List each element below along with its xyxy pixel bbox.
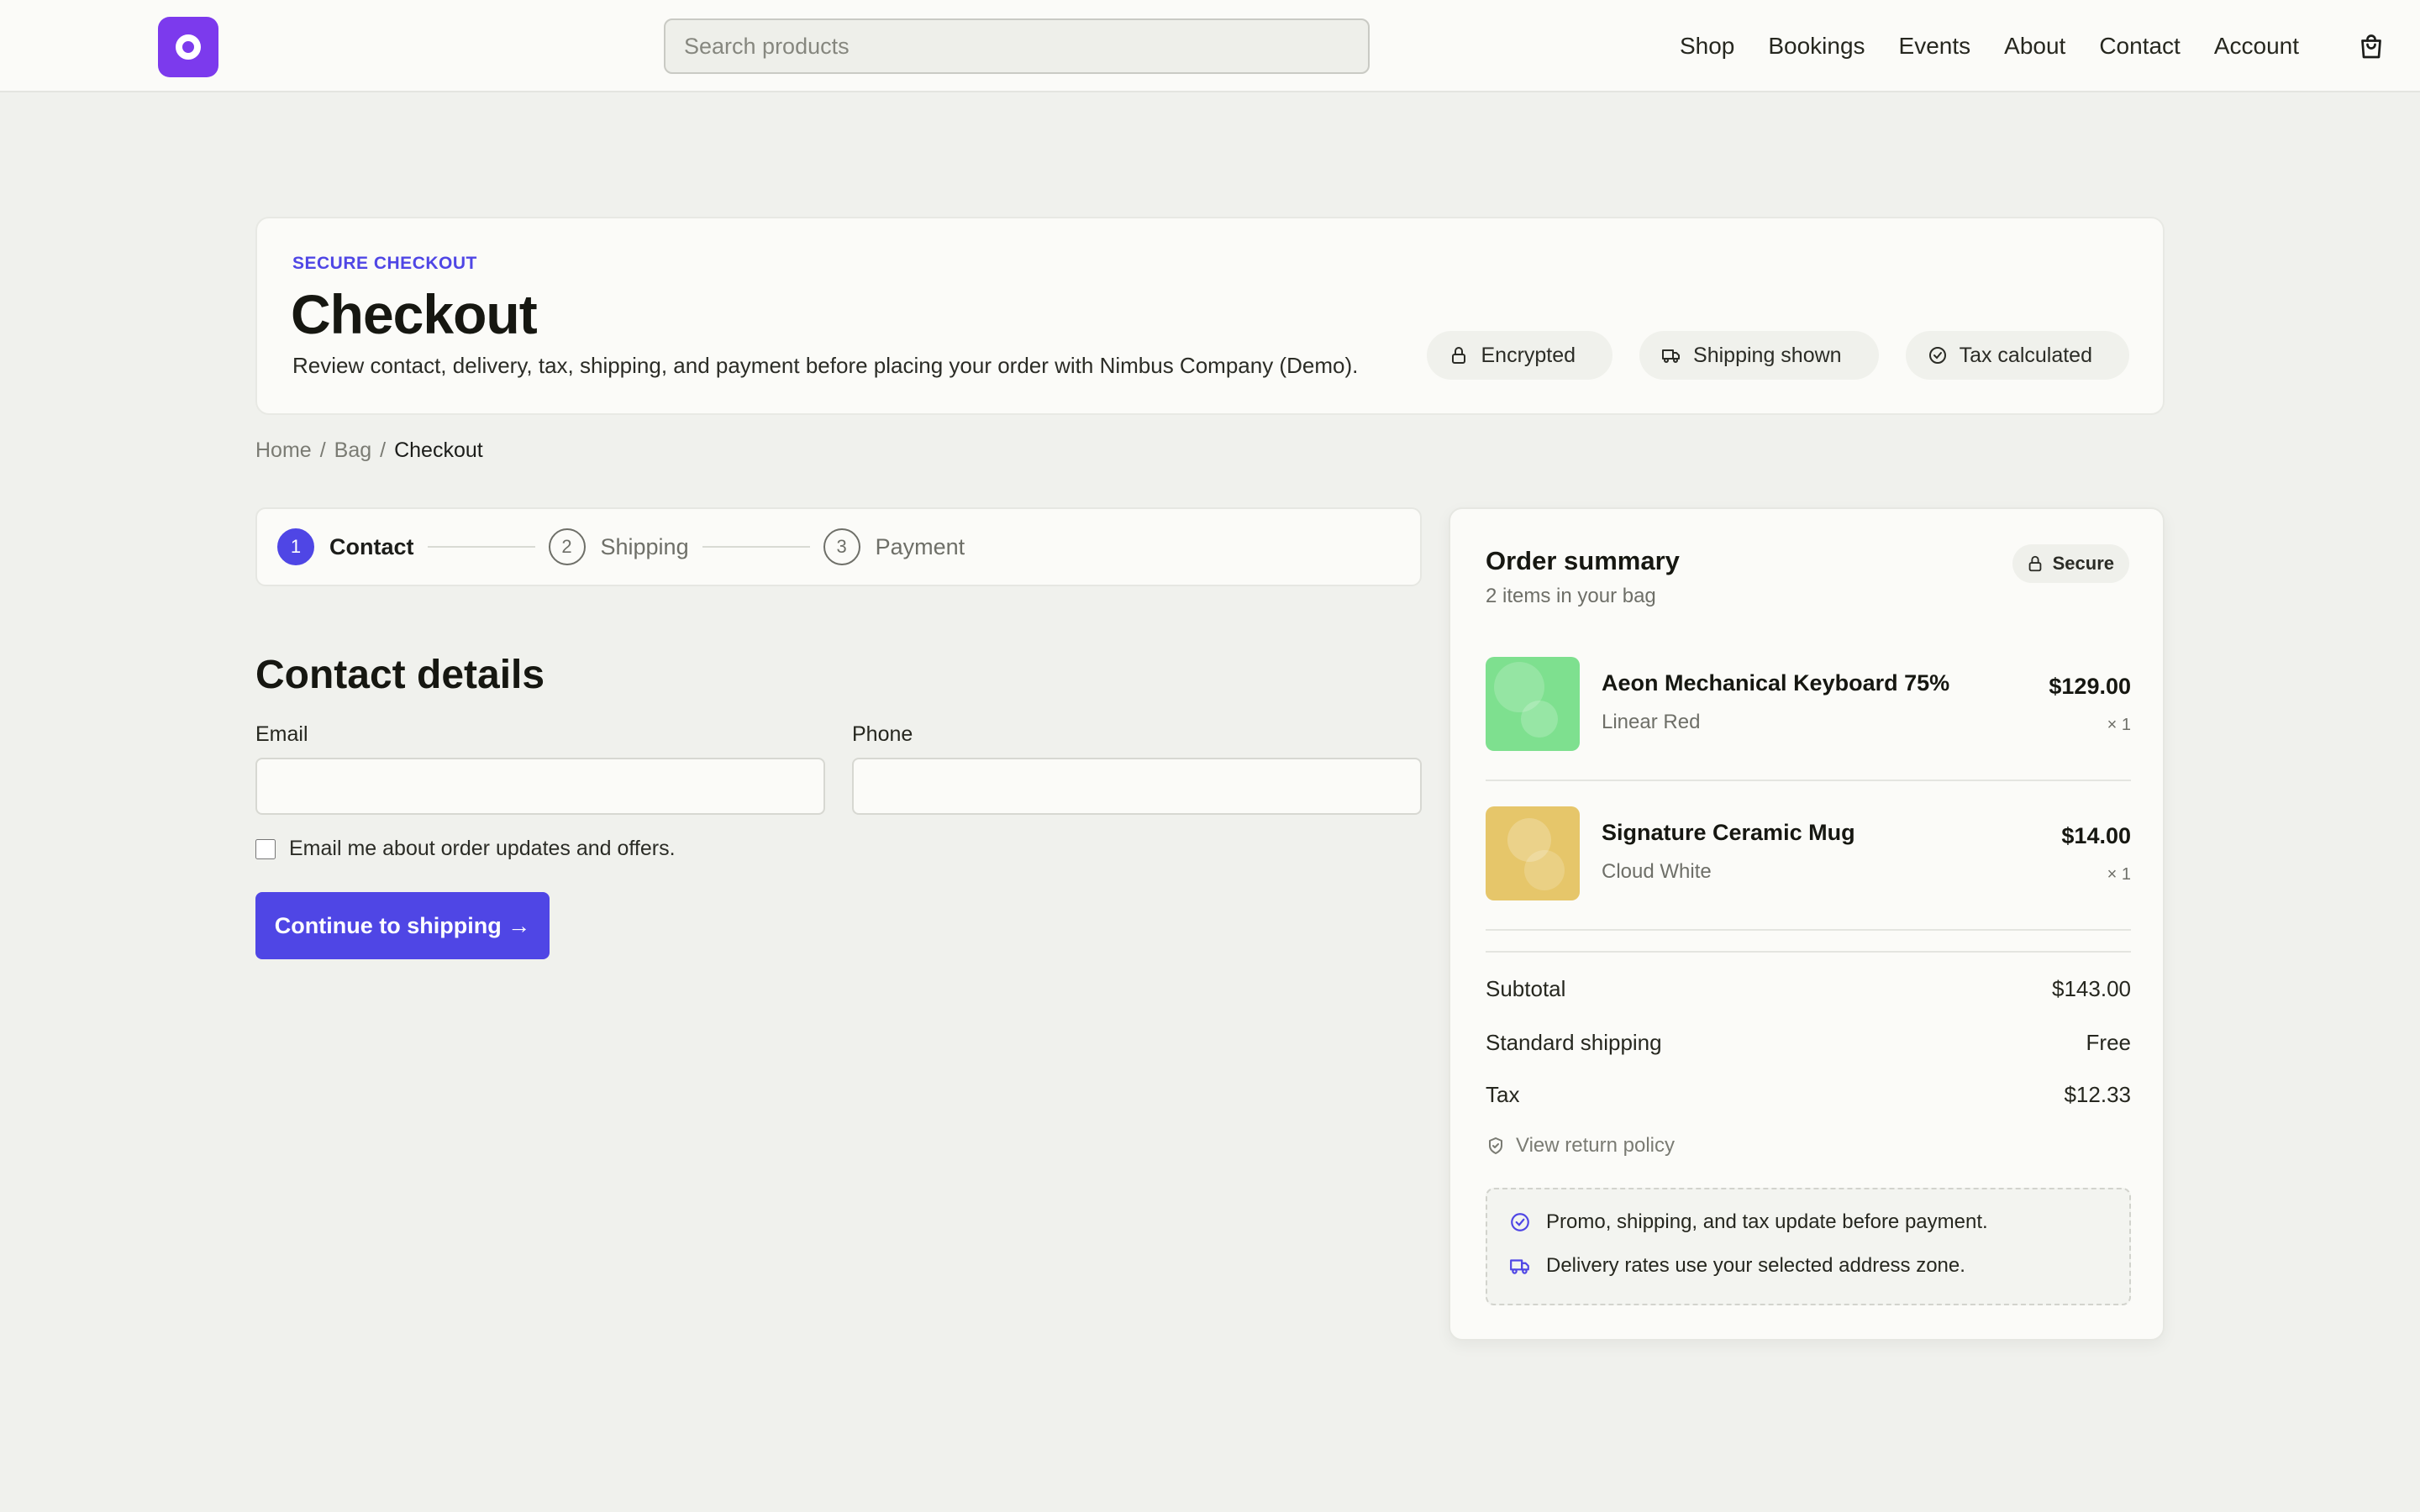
email-label: Email xyxy=(255,722,308,746)
logo-ring-icon xyxy=(176,34,201,60)
secure-checkout-eyebrow: SECURE CHECKOUT xyxy=(292,254,477,273)
note-text: Promo, shipping, and tax update before p… xyxy=(1546,1210,1988,1233)
marketing-opt-in-checkbox[interactable] xyxy=(255,838,276,859)
product-variant: Cloud White xyxy=(1602,860,1712,883)
marketing-opt-in-label: Email me about order updates and offers. xyxy=(289,837,676,860)
product-name: Signature Ceramic Mug xyxy=(1602,820,1855,845)
shipping-row: Standard shipping Free xyxy=(1486,1030,2131,1056)
breadcrumb-separator: / xyxy=(380,438,387,462)
product-quantity: × 1 xyxy=(2107,716,2131,734)
shield-check-icon xyxy=(1489,1137,1502,1154)
order-summary-card: Order summary 2 items in your bag Secure… xyxy=(1449,507,2165,1341)
truck-icon xyxy=(1662,349,1681,363)
nav-events[interactable]: Events xyxy=(1899,33,1971,60)
subtotal-row: Subtotal $143.00 xyxy=(1486,976,2131,1002)
tax-calculated-label: Tax calculated xyxy=(1959,343,2092,367)
product-thumbnail xyxy=(1486,806,1580,900)
breadcrumb-home[interactable]: Home xyxy=(255,438,312,463)
page-title: Checkout xyxy=(291,283,538,345)
breadcrumb: Home / Bag / Checkout xyxy=(255,438,483,463)
product-price: $14.00 xyxy=(2061,823,2131,848)
product-quantity: × 1 xyxy=(2107,865,2131,884)
encrypted-label: Encrypted xyxy=(1481,343,1576,367)
step-label: Shipping xyxy=(600,533,689,559)
step-connector xyxy=(702,546,810,548)
lock-icon xyxy=(1452,347,1466,364)
product-name: Aeon Mechanical Keyboard 75% xyxy=(1602,670,1950,696)
nav-contact[interactable]: Contact xyxy=(2099,33,2181,60)
phone-label: Phone xyxy=(852,722,913,746)
tax-label: Tax xyxy=(1486,1082,1520,1107)
step-connector xyxy=(427,546,535,548)
tax-row: Tax $12.33 xyxy=(1486,1082,2131,1108)
nav-about[interactable]: About xyxy=(2004,33,2065,60)
secure-label: Secure xyxy=(2052,553,2114,574)
item-divider xyxy=(1486,929,2131,931)
step-label: Payment xyxy=(875,533,965,559)
truck-icon xyxy=(1510,1259,1529,1274)
breadcrumb-separator: / xyxy=(319,438,326,462)
return-policy-link[interactable]: View return policy xyxy=(1486,1134,1675,1158)
shipping-shown-label: Shipping shown xyxy=(1693,343,1842,367)
note-item: Promo, shipping, and tax update before p… xyxy=(1509,1210,2107,1233)
email-field[interactable] xyxy=(255,758,825,815)
step-label: Contact xyxy=(329,533,414,559)
breadcrumb-current: Checkout xyxy=(394,438,483,462)
tax-calculated-badge: Tax calculated xyxy=(1905,331,2129,380)
order-summary-title: Order summary xyxy=(1486,546,1680,575)
product-thumbnail xyxy=(1486,657,1580,751)
main-nav: Shop Bookings Events About Contact Accou… xyxy=(1680,0,2299,92)
note-text: Delivery rates use your selected address… xyxy=(1546,1254,1965,1277)
product-variant: Linear Red xyxy=(1602,711,1701,733)
check-circle-icon xyxy=(1511,1213,1529,1231)
step-number: 2 xyxy=(548,528,586,565)
nav-shop[interactable]: Shop xyxy=(1680,33,1734,60)
step-contact[interactable]: 1 Contact xyxy=(277,528,414,565)
shipping-label: Standard shipping xyxy=(1486,1030,1662,1055)
continue-to-shipping-button[interactable]: Continue to shipping → xyxy=(255,892,550,959)
secure-badge: Secure xyxy=(2012,544,2129,583)
shopping-bag-icon xyxy=(2361,34,2381,59)
page-subtitle: Review contact, delivery, tax, shipping,… xyxy=(292,353,1359,378)
check-circle-icon xyxy=(1928,347,1946,364)
shipping-shown-badge: Shipping shown xyxy=(1639,331,1879,380)
marketing-opt-in[interactable]: Email me about order updates and offers. xyxy=(255,837,676,861)
step-number: 1 xyxy=(277,528,314,565)
contact-details-heading: Contact details xyxy=(255,653,545,697)
cart-item: Aeon Mechanical Keyboard 75% Linear Red … xyxy=(1486,657,2131,751)
lock-icon xyxy=(2028,555,2041,572)
phone-field[interactable] xyxy=(852,758,1422,815)
trust-badges: Encrypted Shipping shown Tax calculated xyxy=(1427,331,2129,380)
note-item: Delivery rates use your selected address… xyxy=(1509,1254,2107,1277)
checkout-hero-card: SECURE CHECKOUT Checkout Review contact,… xyxy=(255,217,2165,415)
step-shipping[interactable]: 2 Shipping xyxy=(548,528,689,565)
tax-value: $12.33 xyxy=(2064,1082,2131,1107)
shopping-bag-button[interactable] xyxy=(2354,30,2388,64)
checkout-stepper: 1 Contact 2 Shipping 3 Payment xyxy=(255,507,1422,586)
cart-item: Signature Ceramic Mug Cloud White $14.00… xyxy=(1486,806,2131,900)
item-divider xyxy=(1486,780,2131,781)
step-payment[interactable]: 3 Payment xyxy=(823,528,965,565)
product-price: $129.00 xyxy=(2049,674,2131,699)
return-policy-label: View return policy xyxy=(1516,1134,1675,1157)
nav-bookings[interactable]: Bookings xyxy=(1768,33,1865,60)
shipping-value: Free xyxy=(2086,1030,2131,1055)
checkout-notes: Promo, shipping, and tax update before p… xyxy=(1486,1188,2131,1305)
subtotal-value: $143.00 xyxy=(2052,976,2131,1001)
step-number: 3 xyxy=(823,528,860,565)
brand-logo[interactable] xyxy=(158,17,218,77)
top-navigation-bar: Shop Bookings Events About Contact Accou… xyxy=(0,0,2420,92)
encrypted-badge: Encrypted xyxy=(1427,331,1613,380)
breadcrumb-bag[interactable]: Bag xyxy=(334,438,371,463)
search-input[interactable] xyxy=(664,18,1370,74)
nav-account[interactable]: Account xyxy=(2214,33,2299,60)
totals-divider xyxy=(1486,951,2131,953)
bag-item-count: 2 items in your bag xyxy=(1486,585,1656,607)
subtotal-label: Subtotal xyxy=(1486,976,1566,1001)
